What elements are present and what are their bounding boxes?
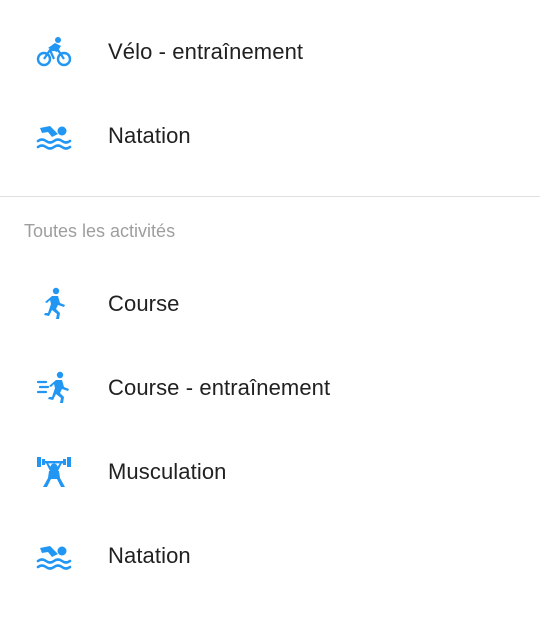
list-item-velo-entrainement[interactable]: Vélo - entraînement — [0, 10, 540, 94]
cycling-icon — [36, 34, 72, 70]
list-item-label: Natation — [108, 123, 191, 148]
list-item-label: Course - entraînement — [108, 375, 331, 400]
activity-list: Vélo - entraînement Natation Toutes les … — [0, 10, 540, 598]
list-item-label: Vélo - entraînement — [108, 39, 304, 64]
swimming-icon — [36, 538, 72, 574]
running-training-icon — [36, 370, 72, 406]
list-item-label: Musculation — [108, 459, 227, 484]
running-icon — [36, 286, 72, 322]
swimming-icon — [36, 118, 72, 154]
list-item-musculation[interactable]: Musculation — [0, 430, 540, 514]
list-item-natation-recent[interactable]: Natation — [0, 94, 540, 178]
list-item-natation[interactable]: Natation — [0, 514, 540, 598]
list-item-label: Natation — [108, 543, 191, 568]
list-item-course[interactable]: Course — [0, 262, 540, 346]
weightlifting-icon — [36, 454, 72, 490]
section-header-all-activities: Toutes les activités — [24, 221, 176, 241]
list-item-label: Course — [108, 291, 180, 316]
list-item-course-entrainement[interactable]: Course - entraînement — [0, 346, 540, 430]
